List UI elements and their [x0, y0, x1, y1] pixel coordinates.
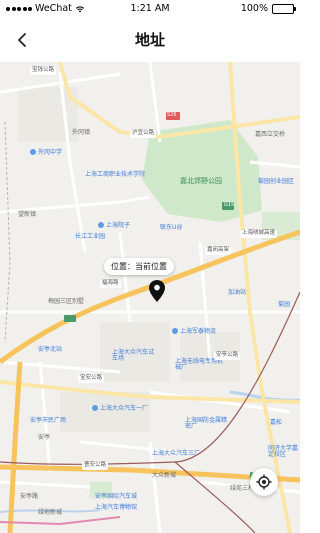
- crosshair-locate-icon: [256, 474, 272, 490]
- map-label-place: 望新镇: [18, 211, 37, 218]
- map-label-poi: 外冈中学: [30, 149, 62, 156]
- map-label-road: 嘉闵高架: [205, 247, 232, 255]
- map-label-poi: 上海无线电专用机械厂: [175, 358, 224, 371]
- map-label-park: 嘉北郊野公园: [180, 177, 222, 185]
- page-title: 地址: [134, 31, 165, 49]
- map-label-poi: 上海院子: [98, 222, 130, 229]
- map-label-poi: 安亭北站: [38, 346, 63, 353]
- map-label-road: 曹安公路: [82, 462, 109, 470]
- map-label-place: 外冈镇: [72, 129, 91, 136]
- map-view[interactable]: 宝钱公路 沪宜公路 外冈镇 外冈中学 嘉北郊野公园 嘉西立交桥 菊园创业园区 上…: [0, 62, 300, 533]
- map-label-poi: 加油站: [228, 289, 247, 296]
- poi-icon: [172, 328, 178, 334]
- map-label-place: 安亭路: [20, 493, 39, 500]
- map-label-place: 安亭: [38, 434, 51, 441]
- battery-icon: [272, 3, 296, 14]
- nav-bar: 地址: [0, 18, 300, 62]
- map-label-place: 梅园三区别墅: [48, 298, 85, 305]
- map-label-place: 嘉西立交桥: [255, 131, 286, 138]
- map-road-shield: S26: [167, 112, 177, 118]
- map-label-place: 绿地新城: [38, 509, 63, 516]
- poi-icon: [30, 149, 36, 155]
- map-label-road: 安亭公路: [214, 352, 241, 360]
- map-label-poi: 上海大众汽车一厂: [92, 405, 148, 412]
- map-label-poi: 上海大众汽车试车场: [112, 349, 155, 362]
- map-label-road: 沪宜公路: [130, 130, 157, 138]
- current-location-tooltip: 位置：当前位置: [104, 258, 174, 275]
- map-label-poi: 安亭国际汽车城: [95, 493, 138, 500]
- map-label-poi: 上海工商职业技术学院: [85, 171, 146, 178]
- status-bar: WeChat 1:21 AM 100%: [0, 0, 300, 18]
- map-label-road: 福海路: [100, 280, 121, 288]
- map-label-road: 上海绕城高速: [240, 230, 278, 238]
- map-label-place: 大众新城: [152, 472, 177, 479]
- map-label-poi: 上海军泰物流: [172, 328, 216, 335]
- map-label-poi: 菊园: [278, 301, 291, 308]
- battery-percent: 100%: [240, 3, 268, 14]
- map-label-poi: 上海国防金属精密厂: [185, 417, 228, 430]
- map-label-poi: 长江工业园: [75, 233, 106, 240]
- map-label-poi: 安亭市民广场: [30, 417, 67, 424]
- location-pin-icon[interactable]: [149, 280, 165, 302]
- map-label-road: 宝钱公路: [30, 67, 57, 75]
- map-road-shield: G15: [224, 202, 235, 208]
- poi-icon: [92, 405, 98, 411]
- map-label-poi: 嘉松: [270, 419, 283, 426]
- map-label-poi: 上海汽车博物馆: [95, 504, 138, 511]
- map-label-poi: 上海大众汽车三厂: [152, 450, 201, 457]
- map-label-poi: 菊园创业园区: [258, 178, 295, 185]
- map-label-poi: 联东U谷: [160, 224, 183, 231]
- map-label-poi: 同济大学嘉定校区: [268, 445, 299, 458]
- locate-me-button[interactable]: [250, 468, 278, 496]
- status-right: 100%: [240, 3, 296, 14]
- map-label-road: 宝安公路: [78, 375, 105, 383]
- poi-icon: [98, 222, 104, 228]
